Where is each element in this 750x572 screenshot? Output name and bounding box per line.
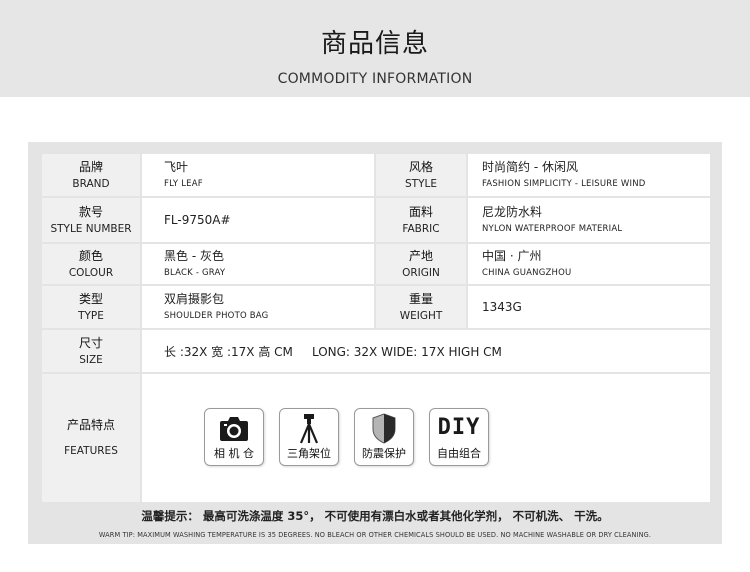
type-value: 双肩摄影包 SHOULDER PHOTO BAG <box>142 286 374 328</box>
brand-label: 品牌 BRAND <box>42 154 140 196</box>
features-label: 产品特点 FEATURES <box>42 374 140 502</box>
camera-icon <box>220 417 248 441</box>
header-banner: 商品信息 COMMODITY INFORMATION <box>0 0 750 97</box>
weight-value: 1343G <box>468 286 710 328</box>
feature-tripod: 三角架位 <box>279 408 339 466</box>
tripod-icon <box>299 414 319 444</box>
style-label: 风格 STYLE <box>376 154 466 196</box>
shield-icon <box>372 413 396 444</box>
diy-icon: DIY <box>437 415 481 440</box>
page-subtitle: COMMODITY INFORMATION <box>277 71 473 87</box>
feature-diy: DIY 自由组合 <box>429 408 489 466</box>
style-value: 时尚简约 - 休闲风 FASHION SIMPLICITY - LEISURE … <box>468 154 710 196</box>
weight-label: 重量 WEIGHT <box>376 286 466 328</box>
feature-shield: 防震保护 <box>354 408 414 466</box>
size-label: 尺寸 SIZE <box>42 330 140 372</box>
style-number-value: FL-9750A# <box>142 198 374 242</box>
brand-value: 飞叶 FLY LEAF <box>142 154 374 196</box>
warm-tip-zh: 温馨提示： 最高可洗涤温度 35°， 不可使用有漂白水或者其他化学剂， 不可机洗… <box>141 509 609 523</box>
origin-value: 中国 · 广州 CHINA GUANGZHOU <box>468 244 710 284</box>
colour-value: 黑色 - 灰色 BLACK - GRAY <box>142 244 374 284</box>
feature-camera: 相 机 仓 <box>204 408 264 466</box>
type-label: 类型 TYPE <box>42 286 140 328</box>
size-value: 长 :32X 宽 :17X 高 CM LONG: 32X WIDE: 17X H… <box>142 330 710 372</box>
style-number-label: 款号 STYLE NUMBER <box>42 198 140 242</box>
colour-label: 颜色 COLOUR <box>42 244 140 284</box>
fabric-label: 面料 FABRIC <box>376 198 466 242</box>
page-title: 商品信息 <box>320 29 429 59</box>
warm-tip-en: WARM TIP: MAXIMUM WASHING TEMPERATURE IS… <box>98 531 652 539</box>
origin-label: 产地 ORIGIN <box>376 244 466 284</box>
fabric-value: 尼龙防水料 NYLON WATERPROOF MATERIAL <box>468 198 710 242</box>
